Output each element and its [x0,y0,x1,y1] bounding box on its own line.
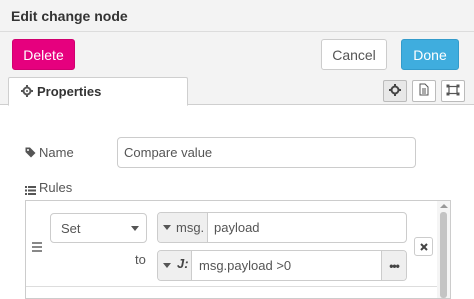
rule-separator [26,286,437,287]
done-button[interactable]: Done [401,39,459,70]
expand-editor-button[interactable]: ••• [381,251,406,280]
target-value: payload [214,220,260,235]
tag-icon [25,145,36,161]
appearance-tab-button[interactable] [441,80,465,102]
chevron-down-icon [163,263,171,268]
name-input[interactable]: Compare value [117,137,416,168]
name-label: Name [39,145,74,160]
scroll-up-icon[interactable] [440,204,448,208]
target-type-prefix: msg. [176,220,205,235]
cancel-button[interactable]: Cancel [321,39,387,70]
rule-action-select[interactable]: Set [50,213,147,243]
chevron-down-icon [131,226,139,231]
dialog-header: Edit change node [0,0,474,32]
chevron-down-icon [163,225,171,230]
tab-properties[interactable]: Properties [8,77,188,106]
dialog-title: Edit change node [11,8,128,24]
tab-properties-label: Properties [37,84,102,99]
description-tab-button[interactable] [412,80,436,102]
rules-label: Rules [39,180,73,195]
close-icon [419,240,428,254]
jsonata-icon: J: [177,256,189,271]
target-type-button[interactable]: msg. [158,213,208,242]
rule-value-input[interactable]: J: msg.payload >0 ••• [157,250,407,281]
remove-rule-button[interactable] [414,237,433,256]
value-type-button[interactable]: J: [158,251,192,280]
frame-icon [446,83,460,99]
gear-icon [21,85,33,100]
settings-tab-button[interactable] [383,80,407,102]
rule-target-input[interactable]: msg. payload [157,212,407,243]
to-label: to [135,252,146,267]
gear-icon [389,83,401,99]
value-expression: msg.payload >0 [199,258,292,273]
document-icon [419,83,429,99]
rule-action-value: Set [61,221,81,236]
drag-handle-icon[interactable] [32,242,42,254]
scroll-thumb[interactable] [440,212,447,298]
delete-button[interactable]: Delete [12,39,75,70]
list-icon [25,182,36,198]
